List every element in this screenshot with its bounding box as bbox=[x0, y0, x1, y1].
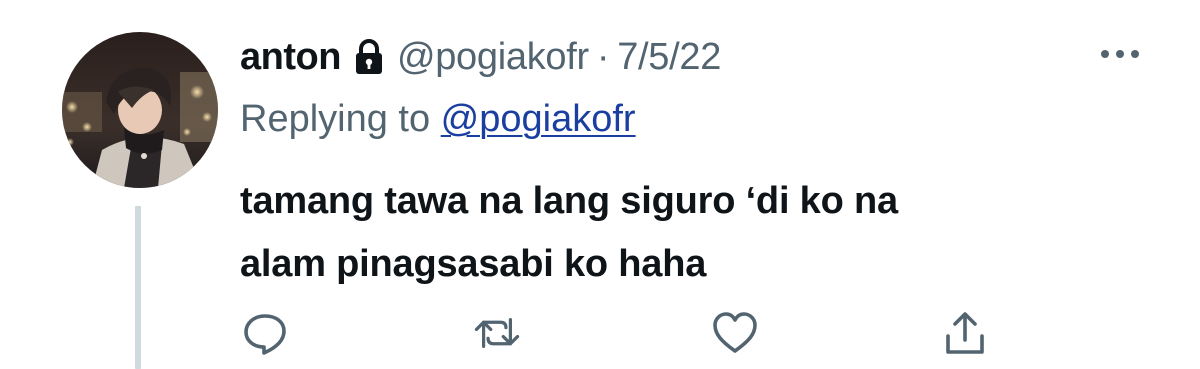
tweet[interactable]: anton @pogiakofr · 7/5/22 Replying to @p… bbox=[0, 0, 1200, 369]
share-icon[interactable] bbox=[940, 308, 990, 358]
more-icon[interactable] bbox=[1098, 44, 1142, 64]
lock-icon bbox=[355, 39, 383, 75]
replying-to-mention[interactable]: @pogiakofr bbox=[441, 98, 636, 140]
heart-icon[interactable] bbox=[710, 308, 760, 358]
user-handle[interactable]: @pogiakofr bbox=[397, 36, 589, 79]
retweet-icon[interactable] bbox=[472, 308, 522, 358]
replying-to: Replying to @pogiakofr bbox=[240, 98, 636, 141]
tweet-text-line: tamang tawa na lang siguro ‘di ko na bbox=[240, 180, 898, 222]
thread-connector-line bbox=[135, 206, 141, 369]
separator-dot: · bbox=[596, 35, 610, 78]
replying-to-label: Replying to bbox=[240, 98, 441, 140]
tweet-text: tamang tawa na lang siguro ‘di ko na ala… bbox=[240, 170, 1120, 296]
action-bar bbox=[240, 308, 1000, 358]
tweet-header: anton @pogiakofr · 7/5/22 bbox=[240, 32, 721, 82]
display-name[interactable]: anton bbox=[240, 36, 341, 79]
reply-icon[interactable] bbox=[240, 308, 290, 358]
avatar[interactable] bbox=[62, 32, 218, 188]
tweet-text-line: alam pinagsasabi ko haha bbox=[240, 243, 707, 285]
tweet-date[interactable]: 7/5/22 bbox=[617, 36, 721, 79]
